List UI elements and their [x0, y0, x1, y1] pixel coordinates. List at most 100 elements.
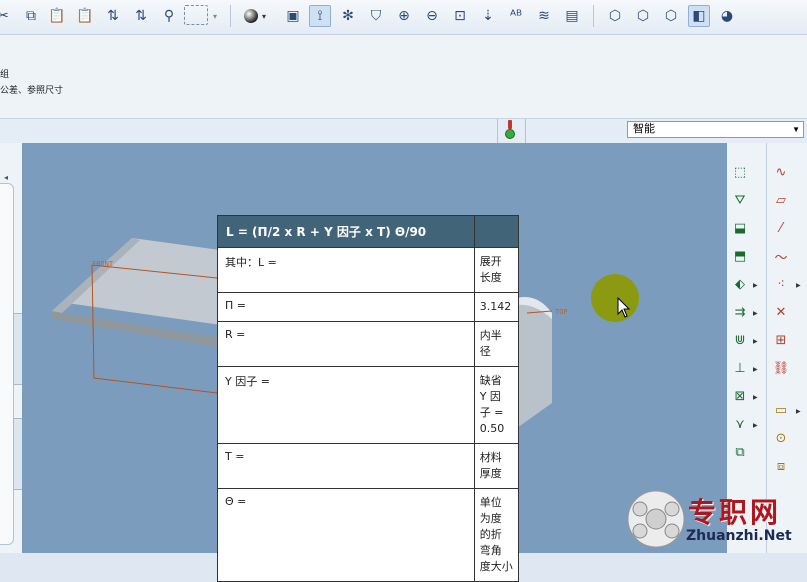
unattached-wall-icon[interactable]: ⬓ — [729, 217, 751, 239]
dropdown-arrow-icon[interactable]: ▶ — [753, 282, 758, 289]
datum-axis-icon[interactable]: ⁄ — [770, 217, 792, 239]
zoom-out-icon[interactable]: ⊖ — [421, 5, 443, 27]
term-cell: Π = — [217, 292, 475, 322]
no-hidden-icon[interactable]: ⬡ — [660, 5, 682, 27]
desc-line: 3.142 — [479, 300, 512, 313]
appearance-icon[interactable]: ◕ — [716, 5, 738, 27]
dropdown-arrow-icon[interactable]: ▶ — [796, 408, 801, 415]
desc-line: 长度 — [479, 271, 502, 284]
term-cell: T = — [217, 443, 475, 489]
layers-icon[interactable]: ≋ — [533, 5, 555, 27]
panel-frame — [0, 183, 14, 545]
formula-header: L = (Π/2 x R + Y 因子 x T) Θ/90 — [217, 215, 475, 248]
desc-line: 厚度 — [479, 467, 502, 480]
copy-icon[interactable]: ⧉ — [20, 5, 42, 27]
term-cell: R = — [217, 321, 475, 367]
table-row: T = 材料厚度 — [217, 443, 520, 489]
flange-icon[interactable]: ⛛ — [729, 189, 751, 211]
zoom-fit-icon[interactable]: ⊡ — [449, 5, 471, 27]
desc-cell: 单位 为度 的折 弯角 度大小 — [473, 488, 520, 582]
desc-line: 缺省 — [479, 374, 502, 387]
datum-curve-icon[interactable]: 〜 — [770, 245, 792, 267]
sketch-curve-icon[interactable]: ∿ — [770, 161, 792, 183]
extrude-wall-icon[interactable]: ⬒ — [729, 245, 751, 267]
formula-header-blank — [473, 215, 520, 248]
wireframe-icon[interactable]: ⬡ — [604, 5, 626, 27]
desc-line: 子 = — [479, 406, 504, 419]
flatten-icon[interactable]: ⧉ — [729, 441, 751, 463]
term-cell: 其中：L = — [217, 247, 475, 293]
bend-back-icon[interactable]: ⋓ — [729, 329, 751, 351]
table-row: Y 因子 = 缺省 Y 因子 = 0.50 — [217, 366, 520, 444]
saved-views-icon[interactable]: ▤ — [561, 5, 583, 27]
cut-icon[interactable]: ✂ — [0, 5, 14, 27]
front-datum-label: FRONT — [92, 260, 114, 268]
desc-cell: 3.142 — [473, 292, 520, 322]
copy-feature-icon[interactable]: ⊙ — [770, 427, 792, 449]
desc-line: 单位 — [479, 496, 502, 509]
dropdown-arrow-icon[interactable]: ▶ — [753, 366, 758, 373]
main-toolbar: ✂ ⧉ 📋 📋 ⇅ ⇅ ⚲ ▾ ▾ ▣ ⟟ ✻ ⛉ ⊕ ⊖ ⊡ ⇣ ᴬᴮ ≋ ▤… — [0, 0, 807, 34]
desc-line: 材料 — [479, 451, 502, 464]
desc-cell: 缺省 Y 因子 = 0.50 — [473, 366, 520, 444]
select-box-icon[interactable] — [184, 5, 208, 25]
view-manager-icon[interactable]: ⛉ — [365, 5, 387, 27]
watermark-logo-icon — [627, 490, 685, 548]
dropdown-arrow-icon[interactable]: ▶ — [753, 338, 758, 345]
dropdown-arrow-icon[interactable]: ▶ — [753, 422, 758, 429]
bend-formula-table: L = (Π/2 x R + Y 因子 x T) Θ/90 其中：L = 展开长… — [217, 215, 520, 582]
cut-feature-icon[interactable]: ⊥ — [729, 357, 751, 379]
shade-dropdown-icon[interactable]: ▾ — [258, 5, 270, 27]
unbend-icon[interactable]: ⇉ — [729, 301, 751, 323]
zoom-in-icon[interactable]: ⊕ — [393, 5, 415, 27]
status-separator — [497, 119, 498, 144]
desc-line: 展开 — [479, 255, 502, 268]
datum-point-icon[interactable]: ⁖ — [770, 273, 792, 295]
chain-icon[interactable]: ⛓ — [770, 357, 792, 379]
regenerate-manager-icon[interactable]: ⇅ — [130, 5, 152, 27]
datum-plane-icon[interactable]: ▱ — [770, 189, 792, 211]
desc-line: Y 因 — [479, 390, 501, 403]
paste-icon[interactable]: 📋 — [46, 5, 68, 27]
desc-line: 径 — [479, 345, 491, 358]
regenerate-icon[interactable]: ⇅ — [102, 5, 124, 27]
table-row: 其中：L = 展开长度 — [217, 247, 520, 293]
watermark: 专职网 Zhuanzhi.Net — [626, 485, 807, 553]
spin-center-icon[interactable]: ✻ — [337, 5, 359, 27]
form-icon[interactable]: ⋎ — [729, 413, 751, 435]
desc-line: 的折 — [479, 528, 502, 541]
punch-icon[interactable]: ⊠ — [729, 385, 751, 407]
hidden-line-icon[interactable]: ⬡ — [632, 5, 654, 27]
refit-icon[interactable]: ▣ — [282, 5, 304, 27]
annotation-display-icon[interactable]: ᴬᴮ — [505, 5, 527, 27]
pattern-icon[interactable]: ⧈ — [770, 455, 792, 477]
paste-special-icon[interactable]: 📋 — [74, 5, 96, 27]
coordinate-system-icon[interactable]: ✕ — [770, 301, 792, 323]
collapse-arrow-icon[interactable]: ◂ — [4, 173, 8, 182]
desc-line: 0.50 — [479, 422, 505, 435]
annotation-feature-icon[interactable]: ▭ — [770, 399, 792, 421]
datum-display-icon[interactable]: ⟟ — [309, 5, 331, 27]
bend-icon[interactable]: ⬖ — [729, 273, 751, 295]
analysis-icon[interactable]: ⊞ — [770, 329, 792, 351]
desc-cell: 展开 长度 — [473, 247, 520, 293]
message-line-2: 公差、参照尺寸 — [0, 85, 64, 95]
desc-line: 度大小 — [479, 560, 513, 573]
dropdown-arrow-icon[interactable]: ▶ — [796, 282, 801, 289]
wall-icon[interactable]: ⬚ — [729, 161, 751, 183]
formula-header-row: L = (Π/2 x R + Y 因子 x T) Θ/90 — [217, 215, 520, 248]
shading-icon[interactable]: ◧ — [688, 5, 710, 27]
desc-cell: 材料 厚度 — [473, 443, 520, 489]
model-tree-panel: ◂ — [0, 143, 23, 553]
dropdown-arrow-icon[interactable]: ▶ — [753, 394, 758, 401]
dropdown-arrow-icon[interactable]: ▶ — [753, 310, 758, 317]
desc-line: 弯角 — [479, 544, 502, 557]
watermark-url: Zhuanzhi.Net — [686, 528, 792, 544]
filter-select[interactable]: 智能 ▼ — [627, 121, 804, 138]
select-dropdown-icon[interactable]: ▾ — [208, 5, 222, 27]
chevron-down-icon: ▼ — [792, 125, 800, 134]
status-separator — [525, 119, 526, 144]
find-icon[interactable]: ⚲ — [158, 5, 180, 27]
table-row: Θ = 单位 为度 的折 弯角 度大小 — [217, 488, 520, 582]
orient-icon[interactable]: ⇣ — [477, 5, 499, 27]
